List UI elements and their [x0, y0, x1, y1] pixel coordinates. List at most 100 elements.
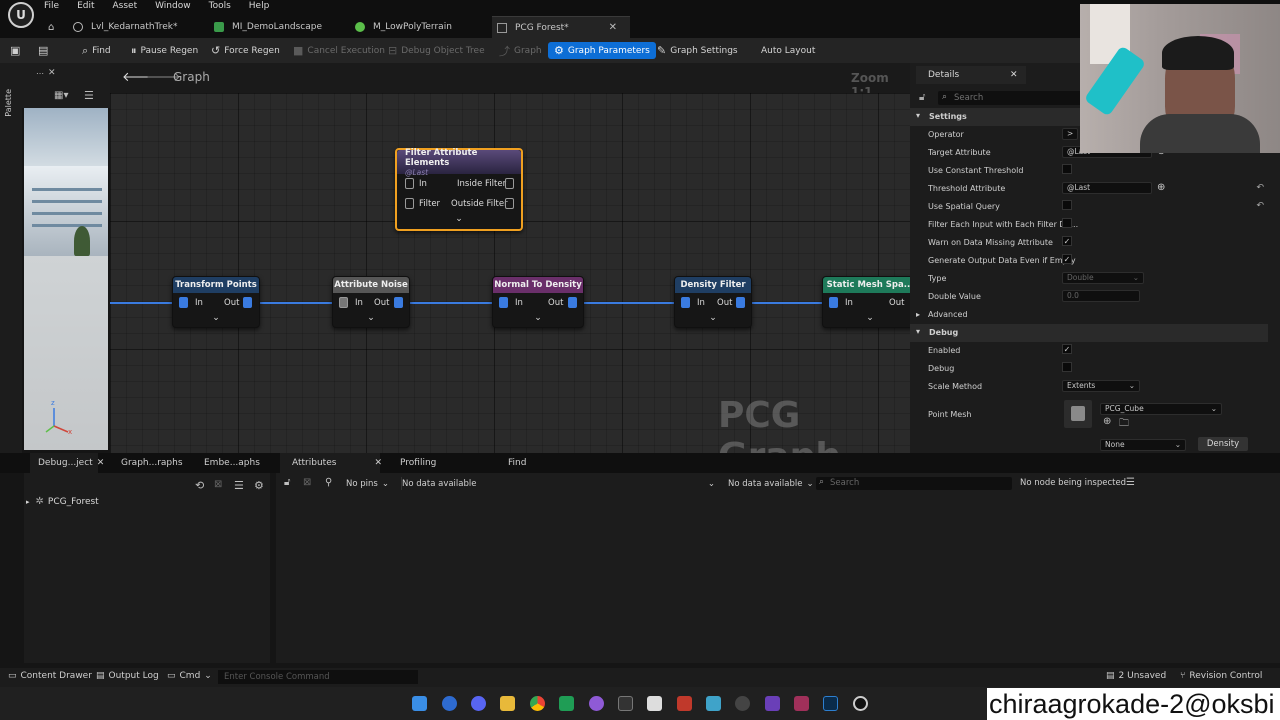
graph-parameters-button[interactable]: ⚙ Graph Parameters — [548, 42, 656, 59]
expand-chevron-icon[interactable]: ⌄ — [397, 214, 521, 226]
graph-settings-button[interactable]: ✎ Graph Settings — [657, 42, 738, 59]
operator-dropdown[interactable]: > — [1062, 128, 1078, 140]
tab-attributes[interactable]: Attributes ✕ — [280, 453, 382, 473]
github-desktop-icon[interactable] — [589, 696, 604, 711]
pin-in-icon[interactable] — [829, 297, 838, 308]
use-spatial-query-checkbox[interactable] — [1062, 200, 1072, 210]
menu-asset[interactable]: Asset — [113, 1, 149, 11]
tab-debug-object[interactable]: Debug...ject ✕ — [30, 453, 104, 473]
expand-chevron-icon[interactable]: ⌄ — [823, 313, 910, 325]
pin-filter-icon[interactable] — [405, 198, 414, 209]
force-regen-button[interactable]: ↺ Force Regen — [211, 42, 280, 59]
menu-file[interactable]: File — [44, 1, 70, 11]
tab-find[interactable]: Find — [508, 453, 526, 473]
console-command-input[interactable]: Enter Console Command — [218, 670, 418, 684]
camera-view-icon[interactable]: ▦▾ — [54, 90, 68, 101]
cancel-execution-button[interactable]: ■ Cancel Execution — [293, 42, 385, 59]
details-tab[interactable]: Details ✕ — [916, 66, 1026, 84]
revision-control-button[interactable]: ⑂ Revision Control — [1180, 671, 1262, 681]
tab-pcg-forest[interactable]: PCG Forest* ✕ — [492, 16, 630, 38]
reset-to-default-icon[interactable]: ↶ — [1256, 201, 1264, 211]
debug-object-tree-button[interactable]: ⊟ Debug Object Tree — [388, 42, 485, 59]
refresh-icon[interactable]: ⟲ — [195, 479, 204, 492]
menu-tools[interactable]: Tools — [209, 1, 242, 11]
close-viewport-icon[interactable]: ✕ — [48, 68, 56, 78]
auto-layout-button[interactable]: Auto Layout — [761, 42, 815, 59]
red-app-icon[interactable] — [677, 696, 692, 711]
debug-checkbox[interactable] — [1062, 362, 1072, 372]
density-button[interactable]: Density — [1198, 437, 1248, 451]
pin-out-icon[interactable] — [243, 297, 252, 308]
pin-in-icon[interactable] — [681, 297, 690, 308]
pin-out-icon[interactable] — [394, 297, 403, 308]
unreal-logo-icon[interactable]: U — [8, 2, 34, 28]
menu-help[interactable]: Help — [249, 1, 281, 11]
cmd-dropdown[interactable]: ▭ Cmd ⌄ — [167, 671, 212, 681]
graph-canvas[interactable]: Filter Attribute Elements @Last In Insid… — [110, 93, 910, 453]
pin-select-icon[interactable]: ⊠ — [303, 477, 311, 488]
tab-graphs[interactable]: Graph...raphs — [121, 453, 183, 473]
type-dropdown[interactable]: Double ⌄ — [1062, 272, 1144, 284]
windows-start-icon[interactable] — [412, 696, 427, 711]
expand-chevron-icon[interactable]: ⌄ — [333, 313, 409, 325]
enabled-checkbox[interactable]: ✓ — [1062, 344, 1072, 354]
list-icon[interactable]: ☰ — [234, 479, 244, 492]
pause-regen-button[interactable]: ⏸ Pause Regen — [131, 42, 198, 59]
pins-dropdown[interactable]: No pins ⌄ — [346, 477, 389, 490]
tab-profiling[interactable]: Profiling — [400, 453, 436, 473]
file-explorer-icon[interactable] — [500, 696, 515, 711]
visual-studio-icon[interactable] — [765, 696, 780, 711]
point-mesh-dropdown[interactable]: PCG_Cube ⌄ — [1100, 401, 1222, 415]
section-advanced[interactable]: ▸ Advanced — [910, 306, 1268, 324]
gear-icon[interactable]: ⚙ — [254, 479, 264, 492]
viewport-menu-icon[interactable]: ☰ — [84, 89, 94, 102]
media-app-icon[interactable] — [794, 696, 809, 711]
calculator-icon[interactable] — [706, 696, 721, 711]
save-icon[interactable]: ▣ — [10, 42, 24, 59]
unreal-engine-icon[interactable] — [853, 696, 868, 711]
discord-icon[interactable] — [471, 696, 486, 711]
browse-asset-icon[interactable]: 🗀︎ — [1119, 416, 1129, 433]
settings-icon[interactable] — [735, 696, 750, 711]
pcg-preview-viewport[interactable]: z x — [24, 108, 108, 450]
use-constant-threshold-checkbox[interactable] — [1062, 164, 1072, 174]
filter-icon[interactable]: ⚲ — [325, 477, 332, 488]
pin-in-icon[interactable] — [179, 297, 188, 308]
select-icon[interactable]: ⊠ — [214, 479, 222, 490]
pin-inside-filter-icon[interactable] — [505, 178, 514, 189]
section-debug[interactable]: ▾ Debug — [910, 324, 1268, 342]
data-dropdown-1[interactable]: No data available ⌄ — [401, 477, 717, 490]
use-selected-icon[interactable]: ⊕ — [1103, 416, 1111, 427]
menu-icon[interactable]: ☰ — [1126, 477, 1135, 488]
viewport-options-icon[interactable]: ⋯ — [36, 69, 44, 78]
menu-window[interactable]: Window — [155, 1, 202, 11]
generate-output-checkbox[interactable]: ✓ — [1062, 254, 1072, 264]
filter-attribute-elements-node[interactable]: Filter Attribute Elements @Last In Insid… — [395, 148, 523, 231]
photoshop-icon[interactable] — [823, 696, 838, 711]
content-drawer-button[interactable]: ▭ Content Drawer — [8, 671, 92, 681]
mesh-thumbnail[interactable] — [1064, 400, 1092, 428]
tab-material-instance[interactable]: MI_DemoLandscape — [214, 16, 322, 38]
pin-in-icon[interactable] — [499, 297, 508, 308]
reset-to-default-icon[interactable]: ↶ — [1256, 183, 1264, 193]
close-tab-icon[interactable]: ✕ — [609, 22, 617, 33]
attributes-search-input[interactable]: Search — [816, 477, 1012, 490]
close-tab-icon[interactable]: ✕ — [374, 458, 382, 468]
expand-chevron-icon[interactable]: ⌄ — [173, 313, 259, 325]
pin-out-icon[interactable] — [736, 297, 745, 308]
transform-points-node[interactable]: Transform Points In Out ⌄ — [172, 276, 260, 328]
snipping-tool-icon[interactable] — [647, 696, 662, 711]
lock-icon[interactable]: 🔓︎ — [284, 477, 290, 488]
add-icon[interactable]: ⊕ — [1157, 182, 1165, 193]
home-icon[interactable]: ⌂ — [48, 16, 54, 38]
attribute-noise-node[interactable]: Attribute Noise In Out ⌄ — [332, 276, 410, 328]
density-filter-node[interactable]: Density Filter In Out ⌄ — [674, 276, 752, 328]
terminal-icon[interactable] — [618, 696, 633, 711]
double-value-input[interactable]: 0.0 — [1062, 290, 1140, 302]
browse-icon[interactable]: ▤ — [38, 42, 52, 59]
tab-level[interactable]: Lvl_KedarnathTrek* — [73, 16, 177, 38]
close-tab-icon[interactable]: ✕ — [97, 458, 105, 468]
pin-in-icon[interactable] — [339, 297, 348, 308]
edge-browser-icon[interactable] — [442, 696, 457, 711]
expand-arrow-icon[interactable]: ▸ — [26, 498, 30, 506]
